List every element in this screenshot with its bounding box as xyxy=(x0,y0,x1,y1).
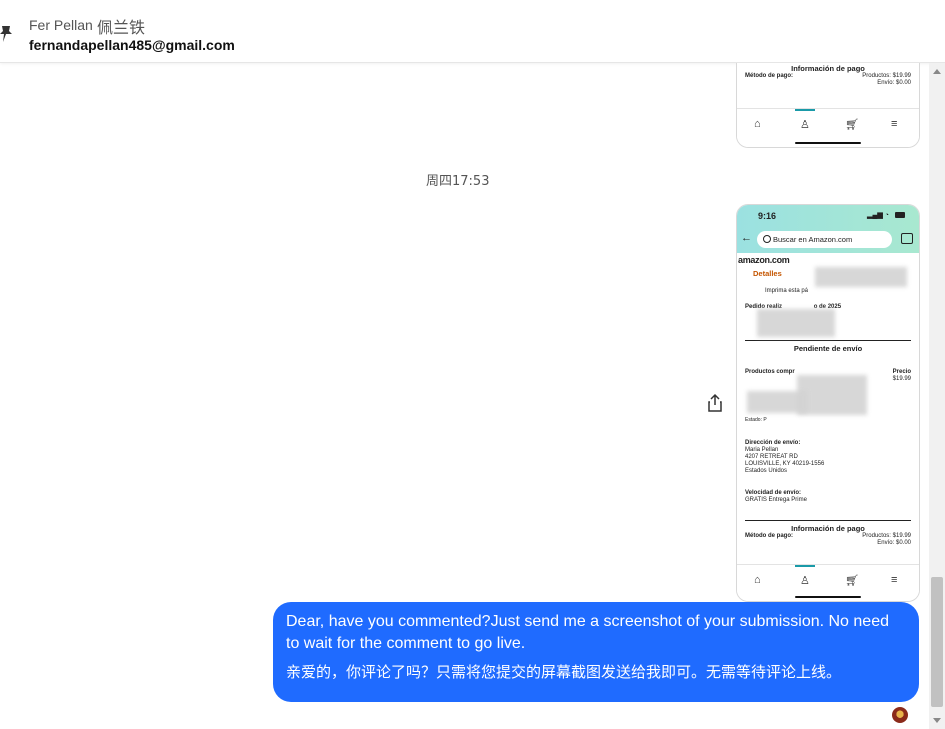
contact-email: fernandapellan485@gmail.com xyxy=(29,37,235,53)
address-name: Maria Pellan xyxy=(745,447,779,453)
products-label: Productos: xyxy=(862,73,891,79)
chat-header: Fer Pellan 佩兰铁 fernandapellan485@gmail.c… xyxy=(0,0,945,63)
products-value: $19.99 xyxy=(892,73,911,79)
address-label: Dirección de envío: xyxy=(745,440,801,446)
shipping-value: $0.00 xyxy=(895,540,911,546)
back-arrow-icon: ← xyxy=(741,232,752,244)
camera-icon xyxy=(901,233,913,244)
attached-screenshot-2[interactable]: 9:16 ▂▄▆ ◔ ← Buscar en Amazon.com amazon… xyxy=(736,204,920,602)
outgoing-message-bubble[interactable]: Dear, have you commented?Just send me a … xyxy=(273,602,919,702)
redaction-blur xyxy=(747,391,807,413)
shipping-label: Envío: xyxy=(877,540,895,546)
phone-search-bar: ← Buscar en Amazon.com xyxy=(737,227,919,253)
scroll-down-arrow-icon[interactable] xyxy=(933,718,941,723)
amazon-logo: amazon.com xyxy=(738,255,790,265)
phone-nav-bar: ⌂ ♙ 🛒︎ ≡ xyxy=(737,108,919,147)
address-city: LOUISVILLE, KY 40219-1556 xyxy=(745,461,825,467)
contact-name-cn: 佩兰铁 xyxy=(97,18,146,37)
payment-row-1: Método de pago: Productos: $19.99 xyxy=(737,73,919,80)
payment-row-1: Método de pago: Productos: $19.99 xyxy=(737,533,919,540)
price-value: $19.99 xyxy=(892,376,911,382)
attached-screenshot-1[interactable]: Información de pago Método de pago: Prod… xyxy=(736,63,920,148)
home-icon: ⌂ xyxy=(754,574,761,586)
nav-active-indicator xyxy=(795,109,815,111)
home-indicator xyxy=(795,596,861,598)
pin-icon[interactable] xyxy=(0,22,16,44)
payment-title-2: Información de pago xyxy=(791,524,865,533)
search-icon xyxy=(763,235,771,243)
cart-icon: 🛒︎ xyxy=(845,119,859,131)
shipping-value: $0.00 xyxy=(895,80,911,86)
phone-nav-bar: ⌂ ♙ 🛒︎ ≡ xyxy=(737,564,919,601)
divider xyxy=(745,340,911,341)
address-country: Estados Unidos xyxy=(745,468,788,474)
redaction-blur xyxy=(815,267,907,287)
redaction-blur xyxy=(757,309,835,337)
redaction-blur xyxy=(797,375,867,415)
battery-icon xyxy=(895,212,905,218)
shipping-label: Envío: xyxy=(877,80,895,86)
scrollbar-thumb[interactable] xyxy=(931,577,943,707)
menu-icon: ≡ xyxy=(891,574,898,586)
contact-name: Fer Pellan xyxy=(29,17,93,33)
nav-active-indicator xyxy=(795,565,815,567)
search-box: Buscar en Amazon.com xyxy=(757,231,892,248)
print-text: Imprima esta pá xyxy=(765,288,809,294)
message-timestamp: 周四17:53 xyxy=(426,174,490,189)
scroll-up-arrow-icon[interactable] xyxy=(933,69,941,74)
home-icon: ⌂ xyxy=(754,118,761,130)
products-label: Productos: xyxy=(862,533,891,539)
payment-row-2: Envío: $0.00 xyxy=(737,80,919,87)
account-icon: ♙ xyxy=(800,119,810,131)
divider xyxy=(745,520,911,521)
speed-label: Velocidad de envío: xyxy=(745,490,802,496)
message-text-cn: 亲爱的，你评论了吗？只需将您提交的屏幕截图发送给我即可。无需等待评论上线。 xyxy=(286,663,842,681)
message-list[interactable]: Información de pago Método de pago: Prod… xyxy=(0,63,929,729)
reaction-icon[interactable] xyxy=(892,707,908,723)
share-icon[interactable] xyxy=(706,393,724,413)
message-text-en: Dear, have you commented?Just send me a … xyxy=(286,613,889,652)
payment-title: Información de pago xyxy=(791,64,865,73)
cart-icon: 🛒︎ xyxy=(845,575,859,587)
scrollbar[interactable] xyxy=(929,63,945,729)
status-chip: Estado: P xyxy=(745,417,767,423)
search-placeholder: Buscar en Amazon.com xyxy=(773,235,853,244)
products-value: $19.99 xyxy=(892,533,911,539)
home-indicator xyxy=(795,142,861,144)
pending-title: Pendiente de envío xyxy=(793,344,863,353)
products-col-label: Productos compr xyxy=(745,369,795,375)
account-icon: ♙ xyxy=(800,575,810,587)
menu-icon: ≡ xyxy=(891,118,898,130)
price-col-label: Precio xyxy=(892,369,911,375)
address-street: 4207 RETREAT RD xyxy=(745,454,798,460)
payment-row-2: Envío: $0.00 xyxy=(737,540,919,547)
phone-status-bar: 9:16 ▂▄▆ ◔ xyxy=(737,205,919,227)
speed-value: GRATIS Entrega Prime xyxy=(745,497,807,503)
signal-icon: ▂▄▆ ◔ xyxy=(867,212,889,219)
method-label: Método de pago: xyxy=(745,73,793,79)
status-time: 9:16 xyxy=(758,211,777,221)
method-label: Método de pago: xyxy=(745,533,793,539)
